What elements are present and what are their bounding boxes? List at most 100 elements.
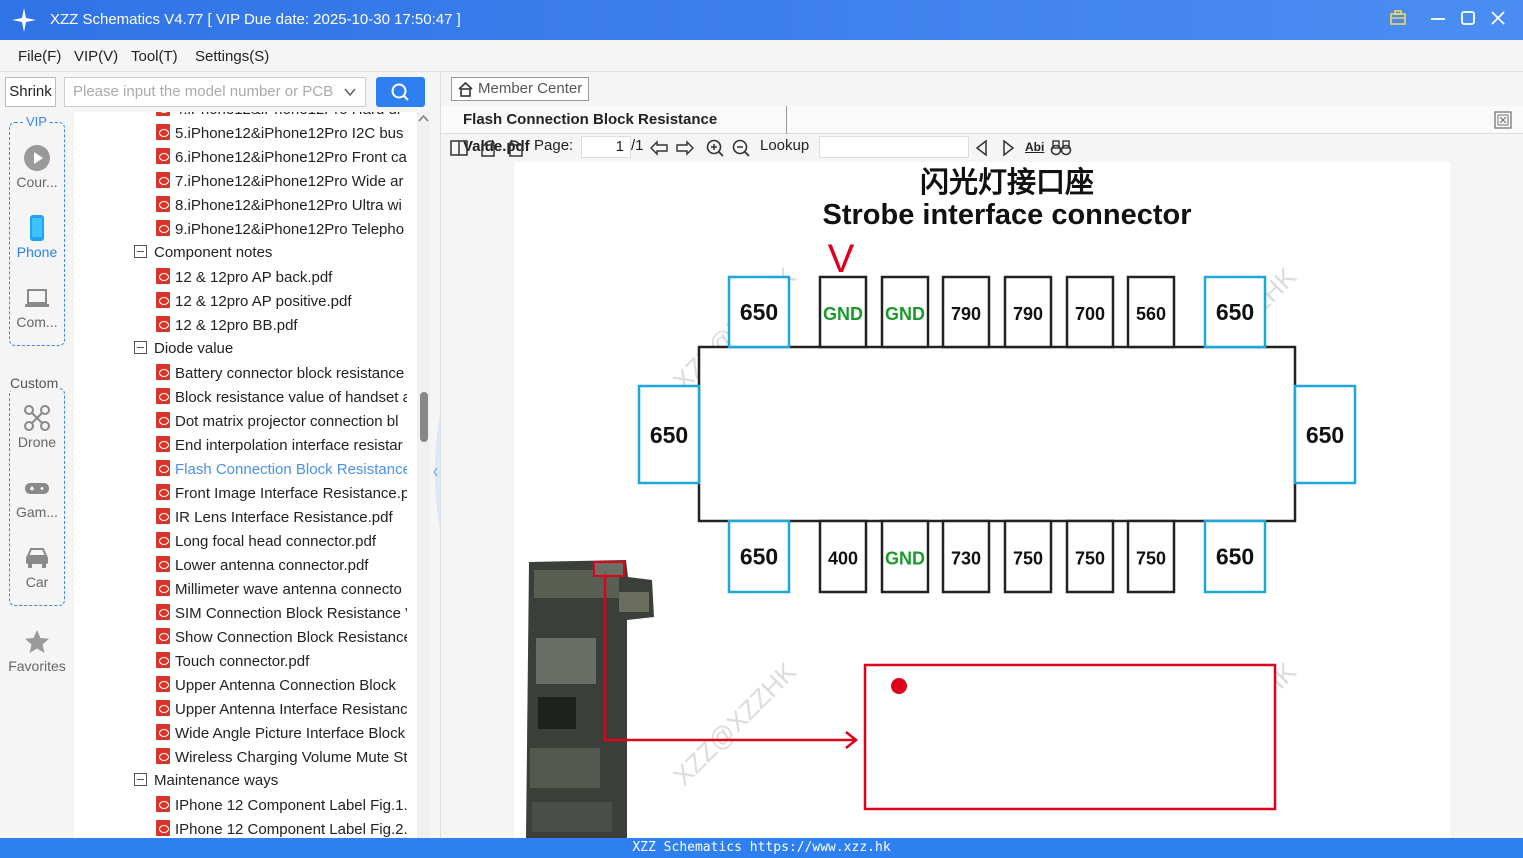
search-button[interactable] bbox=[376, 77, 425, 107]
phone-icon bbox=[30, 215, 44, 241]
tree-label: Dot matrix projector connection bl bbox=[175, 413, 399, 430]
pdf-file-icon bbox=[156, 388, 170, 404]
tree-file[interactable]: 9.iPhone12&iPhone12Pro Telepho bbox=[156, 220, 407, 244]
find-next-icon[interactable] bbox=[1000, 139, 1016, 157]
menu-vip[interactable]: VIP(V) bbox=[74, 48, 118, 65]
menu-settings[interactable]: Settings(S) bbox=[195, 48, 269, 65]
sidebar-item-games[interactable]: Gam... bbox=[0, 474, 74, 520]
tree-file[interactable]: Upper Antenna Connection Block bbox=[156, 676, 407, 700]
tree-file[interactable]: 6.iPhone12&iPhone12Pro Front ca bbox=[156, 148, 407, 172]
split-view-icon[interactable] bbox=[449, 138, 469, 158]
document-tab[interactable]: Flash Connection Block Resistance Value.… bbox=[451, 106, 787, 155]
collapse-icon[interactable] bbox=[134, 773, 147, 786]
tree-label: 7.iPhone12&iPhone12Pro Wide ar bbox=[175, 173, 404, 190]
tree-file[interactable]: 5.iPhone12&iPhone12Pro I2C bus bbox=[156, 124, 407, 148]
tree-file[interactable]: Flash Connection Block Resistance bbox=[156, 460, 407, 484]
gamepad-icon bbox=[25, 483, 49, 494]
tree-file[interactable]: End interpolation interface resistar bbox=[156, 436, 407, 460]
sidebar-item-phone[interactable]: Phone bbox=[0, 214, 74, 260]
pdf-page[interactable]: XZZ@XZZHK XZZ@XZZHK XZZ@XZZHK XZZ@XZZHK … bbox=[514, 162, 1450, 838]
pin-label: 790 bbox=[1013, 304, 1043, 324]
tree-label: Component notes bbox=[154, 244, 273, 261]
pin-label: 650 bbox=[1216, 544, 1254, 570]
briefcase-icon[interactable] bbox=[1386, 8, 1410, 32]
measure-marker: V bbox=[828, 237, 855, 281]
tree-file[interactable]: 12 & 12pro BB.pdf bbox=[156, 316, 407, 340]
drone-icon bbox=[24, 405, 50, 431]
sidebar-item-drone[interactable]: Drone bbox=[0, 404, 74, 450]
sidebar-item-courses[interactable]: Cour... bbox=[0, 144, 74, 190]
tree-file[interactable]: 4.iPhone12&iPhone12Pro Hard di bbox=[156, 112, 407, 124]
tree-scroll-thumb[interactable] bbox=[420, 392, 428, 442]
tree-file[interactable]: Battery connector block resistance bbox=[156, 364, 407, 388]
close-icon[interactable] bbox=[1486, 8, 1510, 32]
tree-group[interactable]: Maintenance ways bbox=[134, 772, 417, 796]
pin-label: 700 bbox=[1075, 304, 1105, 324]
lookup-input[interactable] bbox=[819, 136, 969, 158]
tree-label: 9.iPhone12&iPhone12Pro Telepho bbox=[175, 221, 405, 238]
tree-file[interactable]: Millimeter wave antenna connecto bbox=[156, 580, 407, 604]
menu-tool[interactable]: Tool(T) bbox=[131, 48, 178, 65]
tree-file[interactable]: Touch connector.pdf bbox=[156, 652, 407, 676]
tree-label: 12 & 12pro BB.pdf bbox=[175, 317, 298, 334]
sidebar-item-computer[interactable]: Com... bbox=[0, 284, 74, 330]
tree-file[interactable]: Dot matrix projector connection bl bbox=[156, 412, 407, 436]
collapse-icon[interactable] bbox=[134, 245, 147, 258]
search-input[interactable]: Please input the model number or PCB bbox=[64, 77, 366, 107]
pane-splitter[interactable] bbox=[430, 112, 440, 838]
sidebar-item-favorites[interactable]: Favorites bbox=[0, 628, 74, 674]
menu-file[interactable]: File(F) bbox=[18, 48, 61, 65]
tree-file[interactable]: IPhone 12 Component Label Fig.2. bbox=[156, 820, 407, 838]
lookup-label: Lookup bbox=[760, 137, 810, 154]
tree-group[interactable]: Diode value bbox=[134, 340, 417, 364]
tree-file[interactable]: Show Connection Block Resistance bbox=[156, 628, 407, 652]
tree-label: SIM Connection Block Resistance V bbox=[175, 605, 407, 622]
tree-scrollbar[interactable] bbox=[417, 112, 430, 838]
tree-file[interactable]: Block resistance value of handset a bbox=[156, 388, 407, 412]
chevron-down-icon[interactable] bbox=[343, 85, 357, 99]
pdf-file-icon bbox=[156, 820, 170, 836]
tree-file[interactable]: 8.iPhone12&iPhone12Pro Ultra wi bbox=[156, 196, 407, 220]
page-input[interactable]: 1 bbox=[581, 136, 631, 158]
find-prev-icon[interactable] bbox=[974, 139, 990, 157]
car-icon bbox=[26, 548, 48, 568]
tree-file[interactable]: Wide Angle Picture Interface Block bbox=[156, 724, 407, 748]
close-tab-icon[interactable] bbox=[1494, 111, 1512, 129]
pdf-file-icon bbox=[156, 112, 170, 116]
shrink-button[interactable]: Shrink bbox=[5, 77, 56, 107]
binoculars-icon[interactable] bbox=[1050, 138, 1072, 158]
sidebar-item-label: Com... bbox=[16, 314, 58, 330]
sidebar-item-car[interactable]: Car bbox=[0, 544, 74, 590]
collapse-handle-icon[interactable] bbox=[430, 412, 440, 532]
prev-page-icon[interactable] bbox=[649, 138, 669, 158]
tree-file[interactable]: IPhone 12 Component Label Fig.1. bbox=[156, 796, 407, 820]
pin-label: 750 bbox=[1013, 549, 1043, 569]
pin-label: 400 bbox=[828, 549, 858, 569]
sidebar-item-label: Gam... bbox=[15, 504, 58, 520]
zoom-in-icon[interactable] bbox=[705, 138, 725, 158]
scroll-up-icon[interactable] bbox=[418, 114, 429, 124]
tree-file[interactable]: Lower antenna connector.pdf bbox=[156, 556, 407, 580]
tree-file[interactable]: Upper Antenna Interface Resistanc bbox=[156, 700, 407, 724]
maximize-icon[interactable] bbox=[1456, 8, 1480, 32]
tree-file[interactable]: Wireless Charging Volume Mute St bbox=[156, 748, 407, 772]
next-page-icon[interactable] bbox=[675, 138, 695, 158]
tree-group[interactable]: Component notes bbox=[134, 244, 417, 268]
category-sidebar: VIP Custom Cour... Phone Com... Drone Ga… bbox=[0, 112, 74, 838]
rotate-left-icon[interactable] bbox=[505, 138, 525, 158]
pin-label: 750 bbox=[1075, 549, 1105, 569]
minimize-icon[interactable] bbox=[1426, 8, 1450, 32]
collapse-icon[interactable] bbox=[134, 341, 147, 354]
rotate-right-icon[interactable] bbox=[479, 138, 499, 158]
home-icon bbox=[458, 81, 473, 97]
tree-file[interactable]: 12 & 12pro AP back.pdf bbox=[156, 268, 407, 292]
tree-file[interactable]: Front Image Interface Resistance.p bbox=[156, 484, 407, 508]
tree-file[interactable]: IR Lens Interface Resistance.pdf bbox=[156, 508, 407, 532]
zoom-out-icon[interactable] bbox=[731, 138, 751, 158]
tree-file[interactable]: SIM Connection Block Resistance V bbox=[156, 604, 407, 628]
tree-file[interactable]: Long focal head connector.pdf bbox=[156, 532, 407, 556]
member-center-button[interactable]: Member Center bbox=[451, 77, 589, 101]
match-case-button[interactable]: Abi bbox=[1025, 140, 1044, 154]
tree-file[interactable]: 7.iPhone12&iPhone12Pro Wide ar bbox=[156, 172, 407, 196]
tree-file[interactable]: 12 & 12pro AP positive.pdf bbox=[156, 292, 407, 316]
